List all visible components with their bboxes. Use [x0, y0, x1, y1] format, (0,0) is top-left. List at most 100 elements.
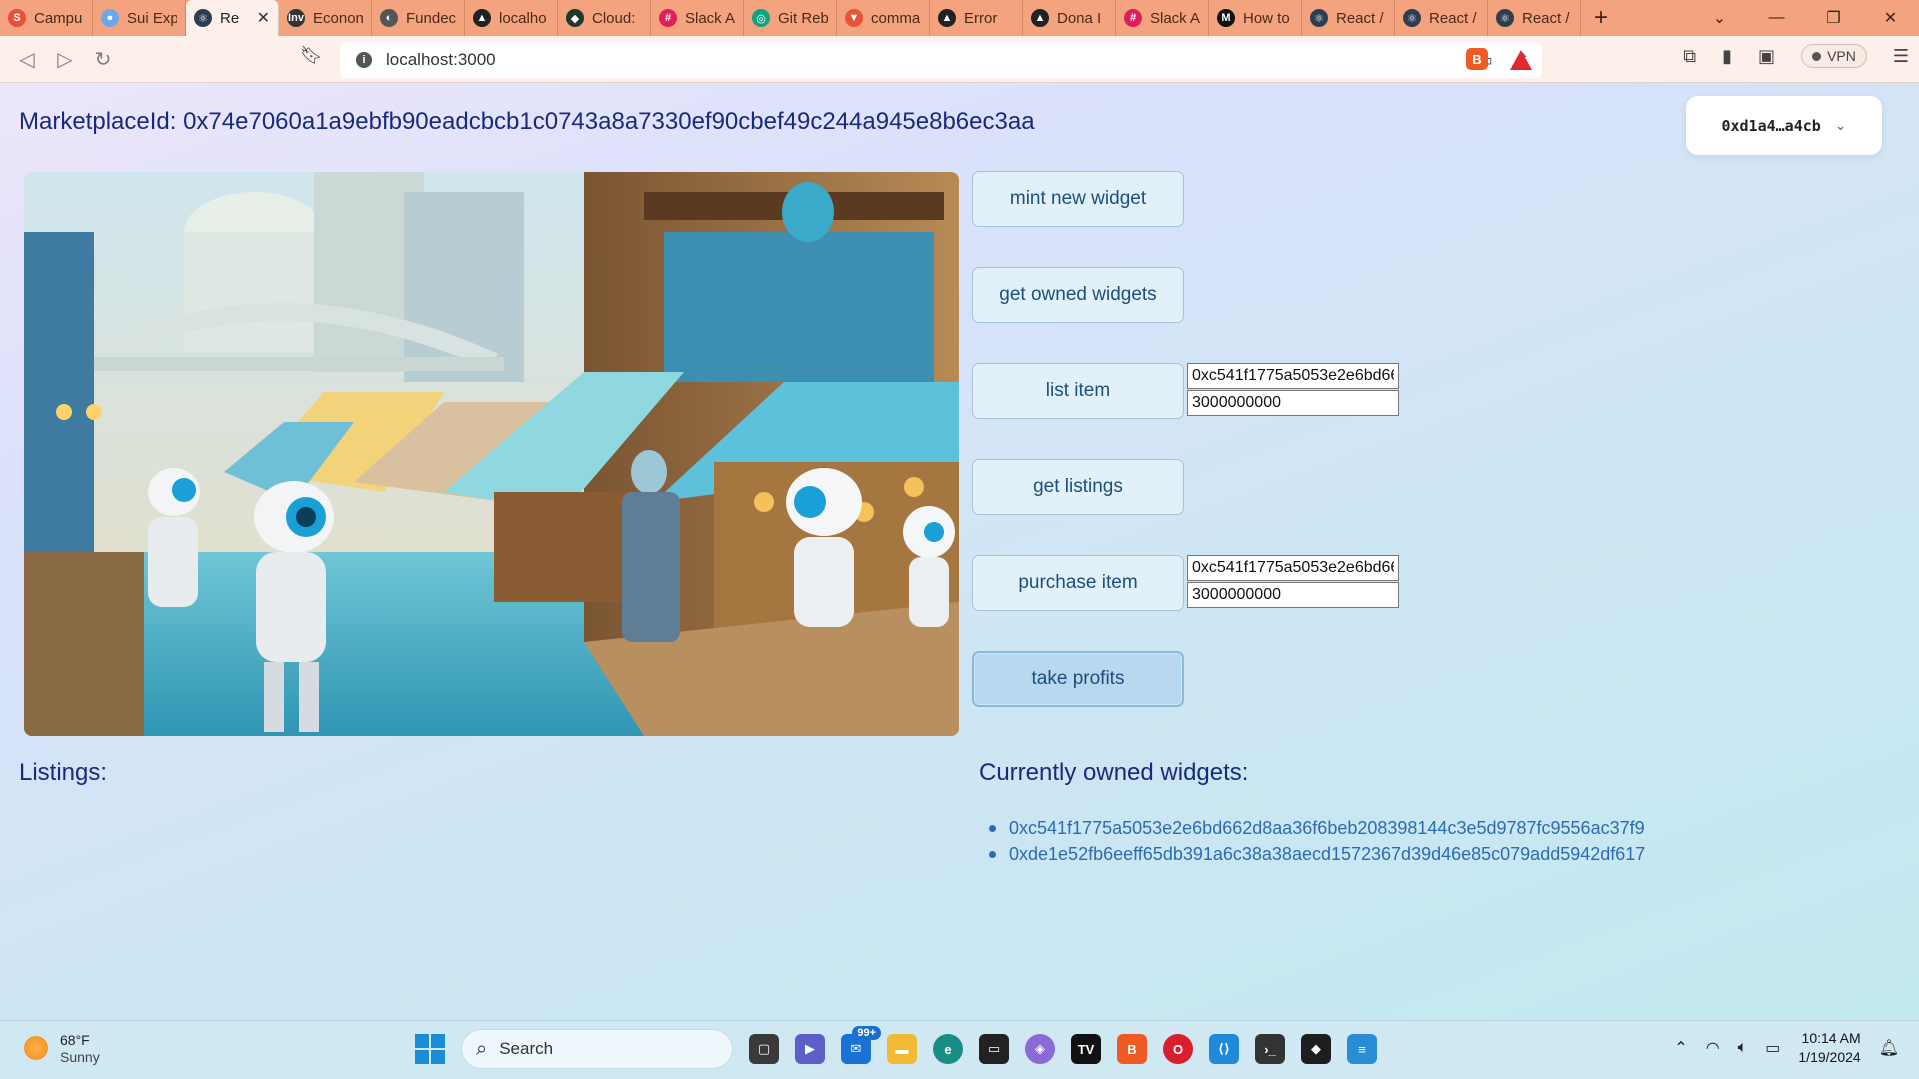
tab-favicon-icon: ◆ [566, 9, 584, 27]
browser-tab[interactable]: ▲ localho [465, 0, 558, 36]
browser-tab[interactable]: ● Sui Exp [93, 0, 186, 36]
notepad-icon[interactable]: ≡ [1347, 1034, 1377, 1064]
weather-widget[interactable]: 68°F Sunny [24, 1031, 100, 1065]
figma-icon[interactable]: ◆ [1301, 1034, 1331, 1064]
browser-tab[interactable]: S Campu [0, 0, 93, 36]
maximize-button[interactable]: ❐ [1805, 0, 1862, 36]
system-clock[interactable]: 10:14 AM 1/19/2024 [1798, 1029, 1860, 1067]
browser-tab[interactable]: ▲ Error [930, 0, 1023, 36]
take-profits-button[interactable]: take profits [972, 651, 1184, 707]
tab-title: comma [871, 9, 921, 27]
wallet-connect-button[interactable]: 0xd1a4…a4cb ⌄ [1686, 96, 1882, 155]
brave-shields-icon[interactable]: B [1466, 48, 1488, 70]
wifi-icon[interactable]: ◠ [1706, 1038, 1720, 1058]
browser-tab[interactable]: ▲ Dona I [1023, 0, 1116, 36]
tab-title: Fundec [406, 9, 456, 27]
tab-title: Cloud: [592, 9, 636, 27]
file-explorer-icon[interactable]: ▬ [887, 1034, 917, 1064]
owned-widget-item: 0xde1e52fb6eeff65db391a6c38a38aecd157236… [989, 841, 1645, 867]
taskbar-search[interactable]: ⌕ Search [461, 1029, 733, 1069]
tab-favicon-icon: # [659, 9, 677, 27]
browser-tab[interactable]: ▼ comma [837, 0, 930, 36]
volume-icon[interactable]: 🔈︎ [1738, 1039, 1748, 1057]
browser-tab[interactable]: ◐ Fundec [372, 0, 465, 36]
notification-bell-icon[interactable]: 🔔︎ [1879, 1038, 1899, 1058]
get-listings-button[interactable]: get listings [972, 459, 1184, 515]
tab-favicon-icon: ▲ [1031, 9, 1049, 27]
owned-widget-item: 0xc541f1775a5053e2e6bd662d8aa36f6beb2083… [989, 815, 1645, 841]
window-controls: ⌄ — ❐ ✕ [1691, 0, 1919, 36]
marketplace-id: MarketplaceId: 0x74e7060a1a9ebfb90eadcbc… [19, 108, 1035, 135]
tradingview-icon[interactable]: TV [1071, 1034, 1101, 1064]
command-prompt-icon[interactable]: ›_ [1255, 1034, 1285, 1064]
browser-tab[interactable]: ⚛ React / [1302, 0, 1395, 36]
task-view-icon[interactable]: ▢ [749, 1034, 779, 1064]
tab-list: S Campu ● Sui Exp ⚛ Re ✕ Inv Econon ◐ Fundec ▲ local… [0, 0, 1581, 36]
list-item-button[interactable]: list item [972, 363, 1184, 419]
browser-tab[interactable]: Inv Econon [279, 0, 372, 36]
windows-start-icon[interactable] [415, 1034, 445, 1064]
clock-date: 1/19/2024 [1798, 1049, 1861, 1065]
browser-tab[interactable]: ⚛ React / [1488, 0, 1581, 36]
extensions-icon[interactable]: ⧉ [1683, 46, 1696, 67]
browser-tab[interactable]: ⚛ Re ✕ [186, 0, 279, 36]
list-item-price-input[interactable] [1187, 390, 1399, 416]
purchase-item-id-input[interactable] [1187, 555, 1399, 581]
mint-widget-button[interactable]: mint new widget [972, 171, 1184, 227]
list-item-id-input[interactable] [1187, 363, 1399, 389]
clock-time: 10:14 AM [1801, 1030, 1861, 1046]
wallet-icon[interactable]: ▣ [1758, 46, 1775, 67]
brave-rewards-icon[interactable] [1510, 50, 1532, 70]
close-tab-icon[interactable]: ✕ [257, 8, 270, 28]
tab-favicon-icon: Inv [287, 9, 305, 27]
weather-condition: Sunny [60, 1049, 100, 1065]
show-hidden-icons-chevron-icon[interactable]: ⌃ [1674, 1038, 1687, 1058]
tab-title: React / [1522, 9, 1570, 27]
owned-widgets-list: 0xc541f1775a5053e2e6bd662d8aa36f6beb2083… [989, 815, 1645, 867]
copilot-icon[interactable]: ◈ [1025, 1034, 1055, 1064]
tab-favicon-icon: ▼ [845, 9, 863, 27]
battery-icon[interactable]: ▭ [1765, 1038, 1780, 1058]
browser-tab[interactable]: M How to [1209, 0, 1302, 36]
url-text: localhost:3000 [386, 50, 496, 69]
minimize-button[interactable]: — [1748, 0, 1805, 36]
back-button[interactable]: ◁ [8, 40, 46, 78]
browser-tab[interactable]: ◎ Git Reb [744, 0, 837, 36]
mail-icon[interactable]: ✉ 99+ [841, 1026, 881, 1064]
opera-icon[interactable]: O [1163, 1034, 1193, 1064]
tab-title: Sui Exp [127, 9, 177, 27]
tab-favicon-icon: ⚛ [194, 9, 212, 27]
tab-title: Error [964, 9, 998, 27]
tab-title: How to [1243, 9, 1290, 27]
address-bar[interactable]: i localhost:3000 ▭ ⇪ [340, 42, 1542, 78]
vscode-icon[interactable]: ⟨⟩ [1209, 1034, 1239, 1064]
tab-search-chevron-icon[interactable]: ⌄ [1691, 0, 1748, 36]
browser-tab[interactable]: ◆ Cloud: [558, 0, 651, 36]
purchase-item-price-input[interactable] [1187, 582, 1399, 608]
terminal-icon[interactable]: ▭ [979, 1034, 1009, 1064]
new-tab-button[interactable]: + [1581, 0, 1621, 36]
browser-tab[interactable]: # Slack A [1116, 0, 1209, 36]
get-owned-widgets-button[interactable]: get owned widgets [972, 267, 1184, 323]
listings-heading: Listings: [19, 759, 108, 786]
forward-button[interactable]: ▷ [46, 40, 84, 78]
edge-icon[interactable]: e [933, 1034, 963, 1064]
windows-taskbar: 68°F Sunny ⌕ Search ▢ ▶ ✉ 99+ ▬ e ▭ ◈ TV … [0, 1020, 1919, 1079]
purchase-item-button[interactable]: purchase item [972, 555, 1184, 611]
sidebar-icon[interactable]: ▮ [1722, 46, 1732, 67]
wallet-address: 0xd1a4…a4cb [1721, 116, 1821, 135]
teams-icon[interactable]: ▶ [795, 1034, 825, 1064]
brave-browser-icon[interactable]: B [1117, 1034, 1147, 1064]
close-window-button[interactable]: ✕ [1862, 0, 1919, 36]
browser-tab[interactable]: # Slack A [651, 0, 744, 36]
menu-icon[interactable]: ☰ [1893, 46, 1909, 67]
tab-title: Dona I [1057, 9, 1102, 27]
chevron-down-icon: ⌄ [1834, 117, 1847, 134]
owned-widgets-heading: Currently owned widgets: [979, 759, 1249, 786]
reload-button[interactable]: ↻ [84, 40, 122, 78]
marketplace-hero-image [24, 172, 959, 736]
vpn-button[interactable]: VPN [1801, 44, 1867, 68]
bookmark-icon[interactable]: 🔖︎ [300, 45, 323, 66]
site-info-icon[interactable]: i [356, 52, 372, 68]
browser-tab[interactable]: ⚛ React / [1395, 0, 1488, 36]
